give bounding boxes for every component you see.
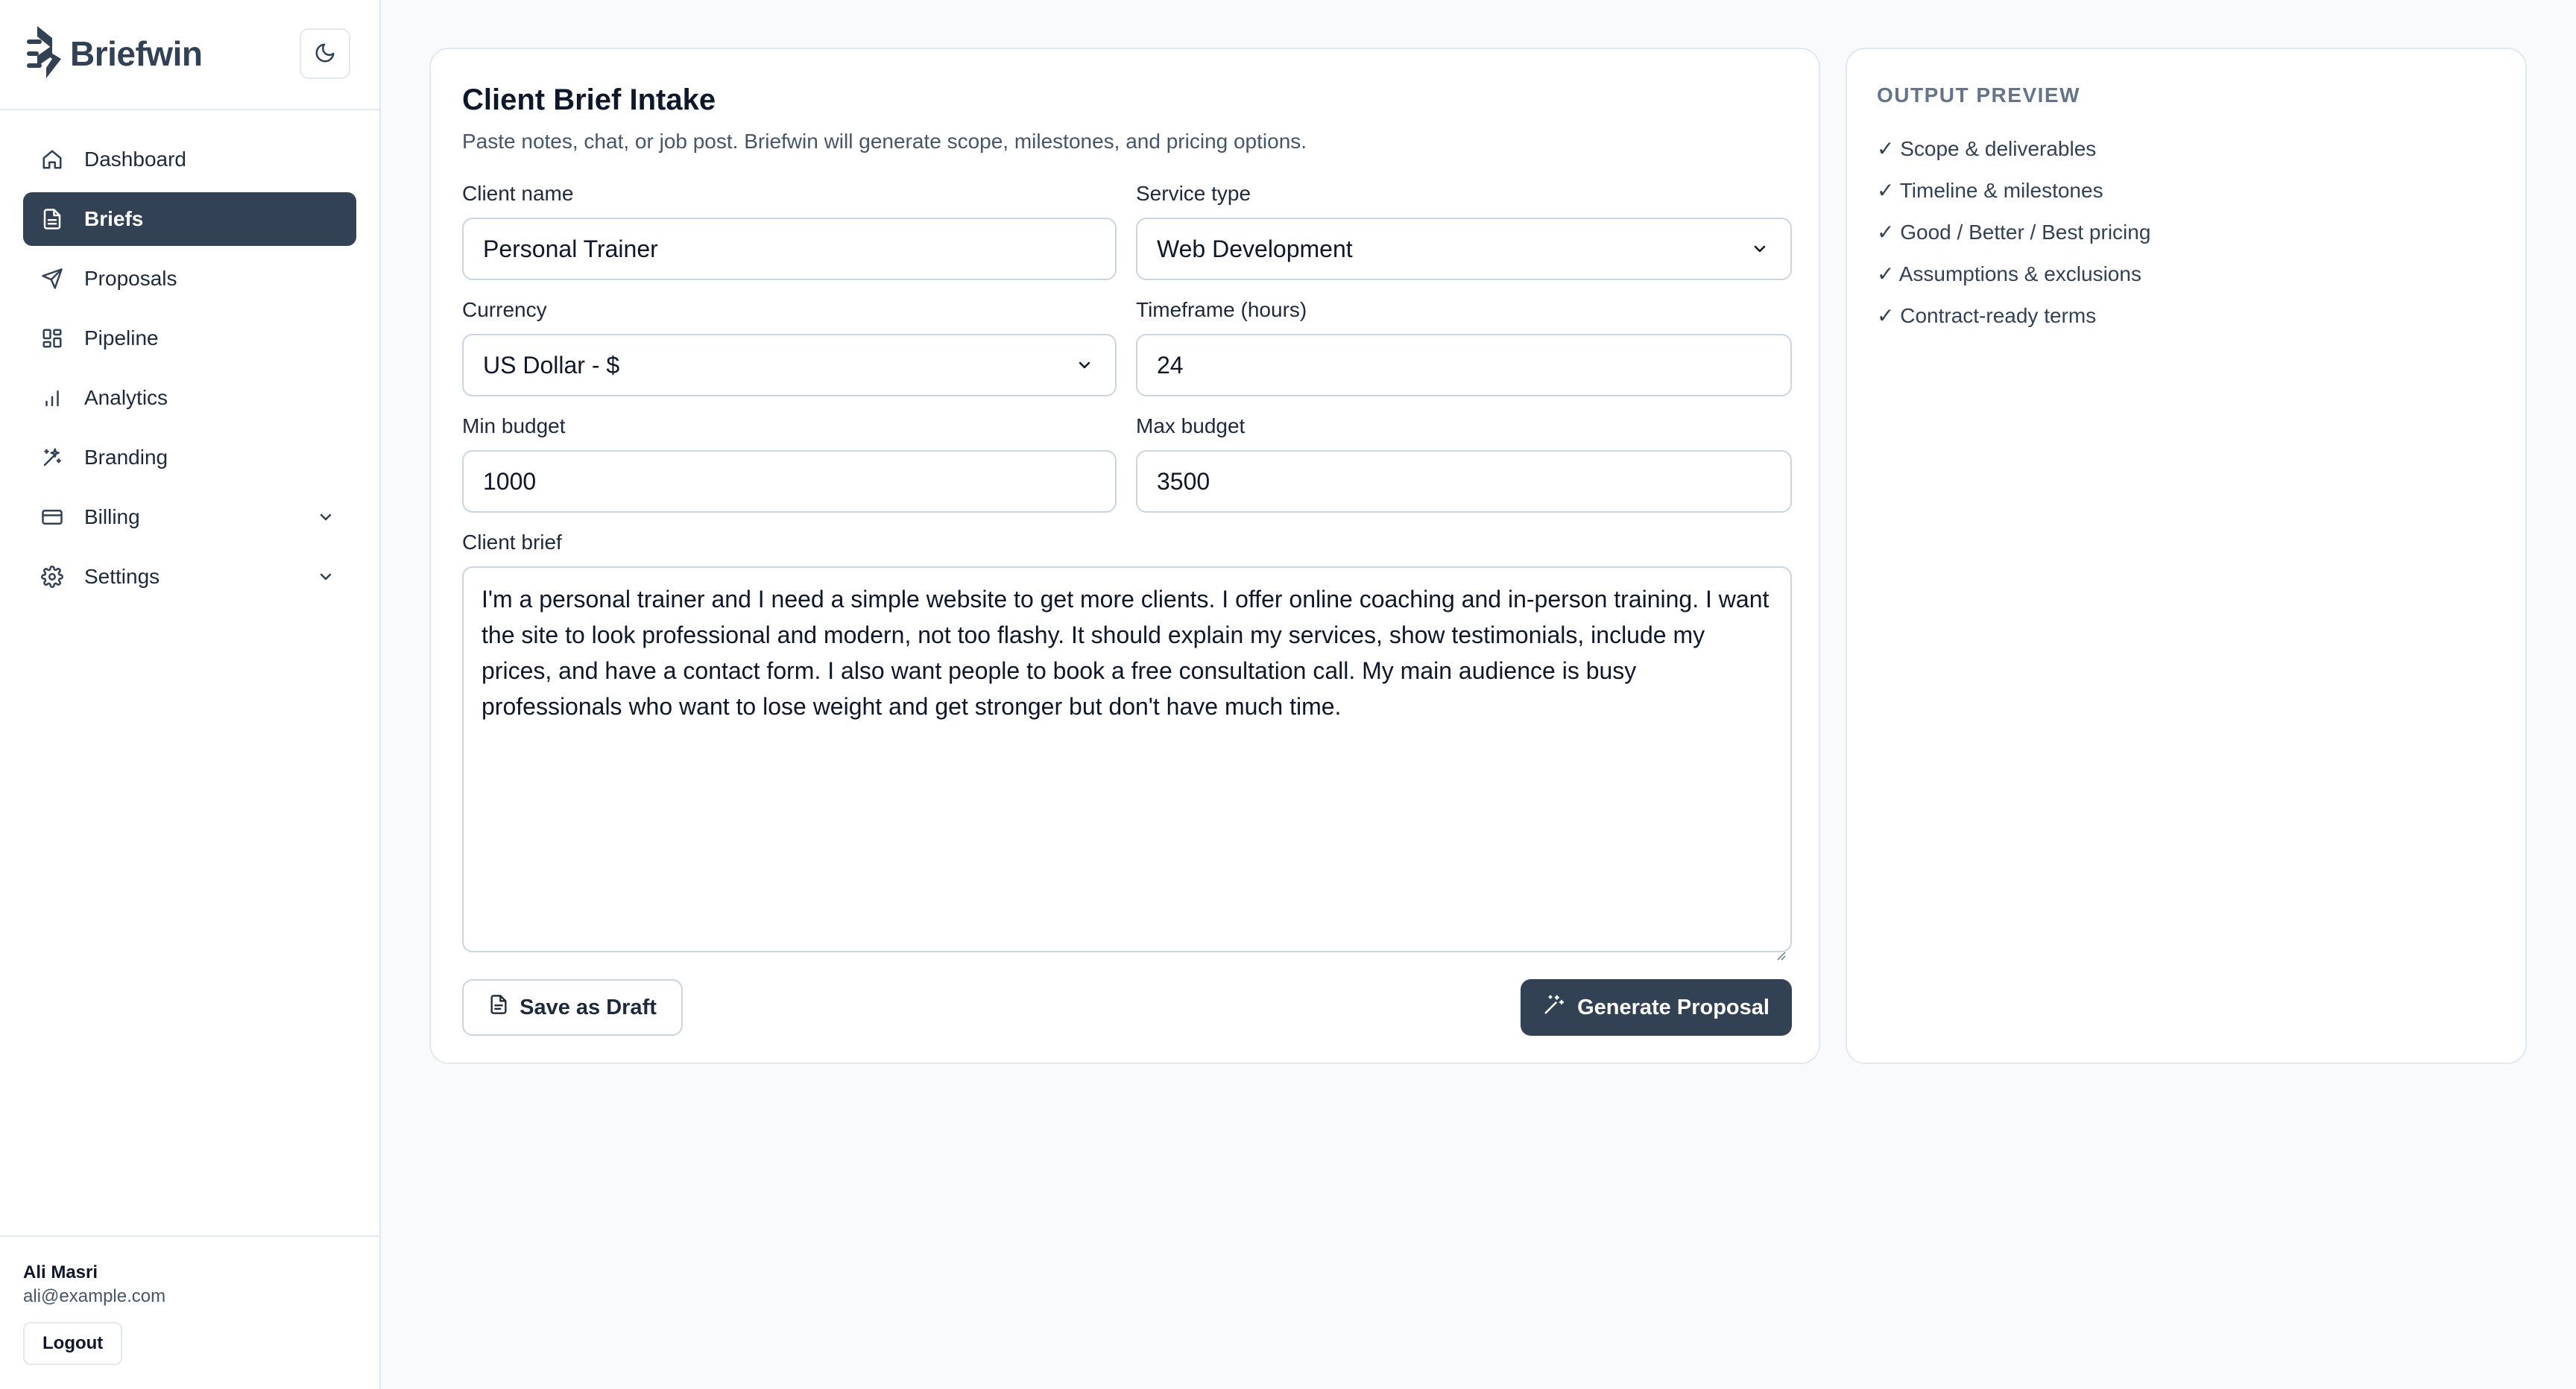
brand-name: Briefwin [70, 34, 203, 73]
client-brief-value: I'm a personal trainer and I need a simp… [482, 586, 1770, 720]
grid-icon [40, 326, 65, 351]
min-budget-input[interactable]: 1000 [462, 450, 1117, 513]
sidebar-item-label: Dashboard [84, 148, 186, 171]
preview-item: ✓ Contract-ready terms [1877, 304, 2097, 327]
sidebar-item-billing[interactable]: Billing [23, 490, 356, 544]
generate-proposal-button[interactable]: Generate Proposal [1521, 979, 1792, 1036]
save-draft-label: Save as Draft [520, 995, 657, 1019]
briefwin-logo-icon [27, 23, 63, 85]
client-name-input[interactable]: Personal Trainer [462, 218, 1117, 280]
timeframe-value: 24 [1157, 351, 1184, 379]
min-budget-label: Min budget [462, 414, 566, 437]
sidebar-item-analytics[interactable]: Analytics [23, 371, 356, 425]
sidebar-item-proposals[interactable]: Proposals [23, 252, 356, 306]
credit-card-icon [40, 504, 65, 530]
client-brief-textarea[interactable]: I'm a personal trainer and I need a simp… [462, 566, 1792, 961]
max-budget-input[interactable]: 3500 [1136, 450, 1792, 513]
theme-toggle-button[interactable] [300, 28, 350, 79]
chevron-down-icon[interactable] [315, 506, 337, 528]
min-budget-value: 1000 [483, 467, 537, 495]
user-divider [0, 1235, 379, 1237]
service-type-value: Web Development [1157, 235, 1353, 262]
sidebar-item-label: Billing [84, 505, 140, 528]
bar-chart-icon [40, 385, 65, 411]
page-subtitle: Paste notes, chat, or job post. Briefwin… [462, 130, 1307, 153]
sidebar-item-label: Proposals [84, 267, 177, 290]
sidebar-item-dashboard[interactable]: Dashboard [23, 133, 356, 186]
brief-intake-card: Client Brief Intake Paste notes, chat, o… [429, 48, 1820, 1064]
output-preview-card: OUTPUT PREVIEW ✓ Scope & deliverables ✓ … [1846, 48, 2527, 1064]
magic-wand-icon [1543, 993, 1565, 1022]
file-icon [488, 994, 509, 1021]
logout-button[interactable]: Logout [23, 1322, 123, 1365]
sidebar-item-label: Analytics [84, 386, 168, 409]
sidebar-nav: Dashboard Briefs Proposals Pipeline Anal… [23, 133, 356, 610]
sidebar-item-pipeline[interactable]: Pipeline [23, 311, 356, 365]
preview-item: ✓ Assumptions & exclusions [1877, 262, 2141, 285]
client-name-label: Client name [462, 182, 574, 205]
home-icon [40, 147, 65, 172]
currency-label: Currency [462, 298, 547, 321]
preview-item: ✓ Scope & deliverables [1877, 137, 2097, 160]
client-brief-label: Client brief [462, 531, 562, 554]
resize-handle-icon[interactable] [1774, 934, 1786, 961]
send-icon [40, 266, 65, 291]
service-type-label: Service type [1136, 182, 1251, 205]
currency-value: US Dollar - $ [483, 351, 620, 379]
sidebar-item-label: Settings [84, 565, 160, 588]
timeframe-label: Timeframe (hours) [1136, 298, 1307, 321]
save-draft-button[interactable]: Save as Draft [462, 979, 683, 1036]
sidebar-item-label: Pipeline [84, 326, 159, 349]
chevron-down-icon[interactable] [315, 566, 337, 588]
preview-item: ✓ Timeline & milestones [1877, 179, 2103, 202]
sidebar-item-settings[interactable]: Settings [23, 550, 356, 604]
client-name-value: Personal Trainer [483, 235, 658, 262]
sidebar-item-branding[interactable]: Branding [23, 431, 356, 484]
max-budget-label: Max budget [1136, 414, 1246, 437]
gear-icon [40, 564, 65, 589]
preview-item: ✓ Good / Better / Best pricing [1877, 221, 2151, 244]
user-email: ali@example.com [23, 1286, 166, 1306]
sidebar: Briefwin Dashboard Briefs Proposals Pipe… [0, 0, 381, 1389]
preview-heading: OUTPUT PREVIEW [1877, 83, 2081, 107]
moon-icon [314, 42, 336, 66]
user-name: Ali Masri [23, 1262, 98, 1282]
service-type-select[interactable]: Web Development [1136, 218, 1792, 280]
sidebar-divider [0, 109, 379, 110]
generate-proposal-label: Generate Proposal [1577, 995, 1770, 1019]
sidebar-item-briefs[interactable]: Briefs [23, 192, 356, 246]
timeframe-input[interactable]: 24 [1136, 334, 1792, 396]
sparkles-icon [40, 445, 65, 470]
document-icon [40, 206, 65, 232]
app-root: Briefwin Dashboard Briefs Proposals Pipe… [0, 0, 2576, 1389]
sidebar-item-label: Branding [84, 446, 168, 469]
currency-select[interactable]: US Dollar - $ [462, 334, 1117, 396]
page-title: Client Brief Intake [462, 83, 716, 116]
max-budget-value: 3500 [1157, 467, 1210, 495]
brand-logo[interactable]: Briefwin [27, 22, 203, 85]
chevron-down-icon [1749, 238, 1771, 260]
sidebar-item-label: Briefs [84, 207, 144, 230]
preview-list: ✓ Scope & deliverables ✓ Timeline & mile… [1877, 128, 2150, 337]
chevron-down-icon [1073, 354, 1096, 376]
